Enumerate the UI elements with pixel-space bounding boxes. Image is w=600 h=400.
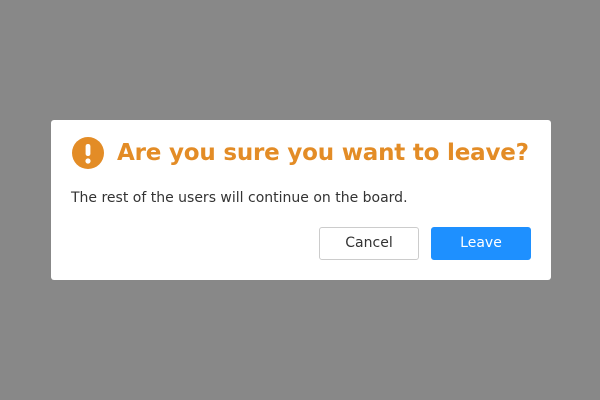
exclamation-circle-icon (72, 137, 104, 169)
leave-confirmation-dialog: Are you sure you want to leave? The rest… (51, 120, 551, 280)
leave-button[interactable]: Leave (431, 227, 531, 260)
cancel-button[interactable]: Cancel (319, 227, 419, 260)
dialog-title: Are you sure you want to leave? (117, 140, 529, 166)
dialog-message: The rest of the users will continue on t… (71, 190, 408, 206)
